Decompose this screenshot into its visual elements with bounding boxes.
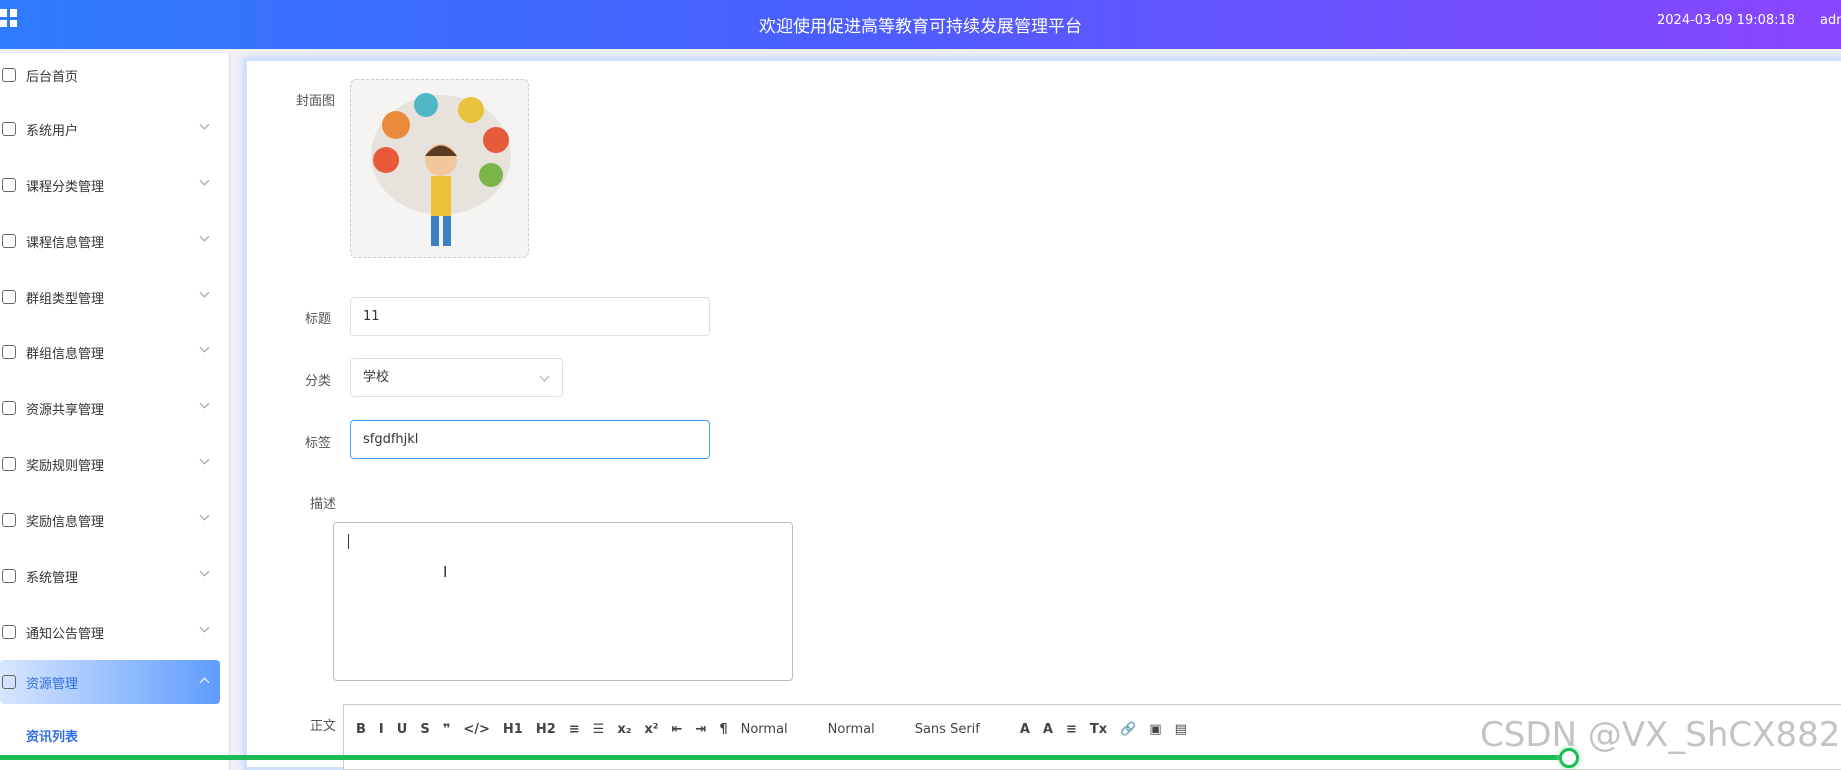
editor-toolbar-button[interactable]: ≡ — [569, 722, 580, 737]
category-value: 学校 — [363, 370, 390, 385]
chevron-icon — [199, 454, 210, 465]
video-progress-bar[interactable] — [0, 755, 1569, 760]
sidebar-item[interactable]: 系统管理 — [0, 554, 220, 598]
editor-toolbar-button[interactable]: A — [1020, 722, 1030, 737]
location-icon — [2, 675, 16, 689]
tags-input[interactable]: sfgdfhjkl — [350, 420, 710, 459]
sidebar-item-label: 课程信息管理 — [26, 235, 105, 251]
chevron-icon — [199, 231, 210, 242]
sidebar-item[interactable]: 课程分类管理 — [0, 163, 220, 207]
editor-toolbar-button[interactable]: Normal — [828, 722, 875, 737]
sidebar-item[interactable]: 课程信息管理 — [0, 219, 220, 263]
sidebar-item[interactable]: 后台首页 — [0, 53, 220, 97]
sidebar-item[interactable]: 群组类型管理 — [0, 275, 220, 319]
chevron-icon — [199, 622, 210, 633]
chevron-icon — [199, 175, 210, 186]
sidebar-item[interactable]: 奖励规则管理 — [0, 442, 220, 486]
sidebar-item-label: 奖励信息管理 — [26, 514, 105, 530]
description-textarea[interactable]: I — [333, 522, 793, 681]
editor-toolbar-button[interactable]: ▤ — [1175, 722, 1187, 737]
sidebar-item[interactable]: 资源共享管理 — [0, 386, 220, 430]
sidebar-item[interactable]: 群组信息管理 — [0, 330, 220, 374]
chevron-icon — [199, 398, 210, 409]
user-menu[interactable]: admin — [1820, 13, 1841, 28]
info-icon — [2, 625, 16, 639]
sidebar-item[interactable]: 系统用户 — [0, 107, 220, 151]
editor-toolbar-button[interactable]: U — [397, 722, 408, 737]
editor-toolbar-button[interactable]: </> — [463, 722, 490, 737]
editor-toolbar-button[interactable]: ▣ — [1149, 722, 1161, 737]
sidebar-item[interactable]: 奖励信息管理 — [0, 498, 220, 542]
editor-toolbar-button[interactable]: 🔗 — [1120, 722, 1136, 737]
editor-toolbar-button[interactable]: Normal — [741, 722, 788, 737]
folder-icon — [2, 234, 16, 248]
sidebar-subitem-news-list[interactable]: 资讯列表 — [26, 726, 78, 745]
editor-toolbar-button[interactable]: ⇥ — [695, 722, 706, 737]
sidebar-item-label: 后台首页 — [26, 69, 79, 85]
image-icon — [2, 569, 16, 583]
description-label: 描述 — [310, 497, 337, 512]
editor-toolbar-button[interactable]: ⇤ — [672, 722, 683, 737]
top-header: 欢迎使用促进高等教育可持续发展管理平台 2024-03-09 19:08:18 … — [0, 0, 1841, 49]
sidebar-item-label: 群组信息管理 — [26, 346, 105, 362]
category-label: 分类 — [305, 374, 332, 389]
editor-toolbar-button[interactable]: ¶ — [719, 722, 727, 737]
sidebar-item[interactable]: 通知公告管理 — [0, 610, 220, 654]
chevron-icon — [199, 287, 210, 298]
chevron-icon — [199, 677, 210, 688]
editor-toolbar-button[interactable]: Tx — [1090, 722, 1107, 737]
sidebar-item-label: 系统用户 — [26, 123, 79, 139]
sidebar: 后台首页系统用户课程分类管理 课程信息管理 群组类型管理 群组信息管理 资源共享管理 奖励… — [0, 53, 230, 770]
editor-toolbar-button[interactable]: Sans Serif — [915, 722, 980, 737]
editor-toolbar-button[interactable]: x² — [644, 722, 658, 737]
chevron-down-icon — [539, 371, 550, 382]
sidebar-item-label: 课程分类管理 — [26, 179, 105, 195]
sidebar-item[interactable]: 资源管理 — [0, 660, 220, 704]
editor-toolbar-button[interactable]: x₂ — [617, 722, 631, 737]
sidebar-item-label: 系统管理 — [26, 570, 79, 586]
editor-toolbar-button[interactable]: ❞ — [443, 722, 451, 737]
sidebar-item-label: 群组类型管理 — [26, 291, 105, 307]
chevron-icon — [199, 566, 210, 577]
body-label: 正文 — [310, 719, 337, 734]
datetime: 2024-03-09 19:08:18 — [1657, 13, 1796, 28]
category-select[interactable]: 学校 — [350, 358, 563, 397]
tags-label: 标签 — [305, 436, 332, 451]
editor-toolbar-button[interactable]: B — [356, 722, 366, 737]
editor-toolbar-button[interactable]: H1 — [503, 722, 523, 737]
cover-image-upload[interactable] — [350, 79, 529, 258]
cover-label: 封面图 — [296, 94, 336, 109]
watermark: CSDN @VX_ShCX8820 — [1480, 715, 1841, 755]
text-caret — [348, 534, 349, 549]
chevron-icon — [199, 510, 210, 521]
editor-toolbar-button[interactable]: H2 — [536, 722, 556, 737]
folder-icon — [2, 401, 16, 415]
home-icon — [2, 68, 16, 82]
folder-icon — [2, 457, 16, 471]
chevron-icon — [199, 119, 210, 130]
sidebar-item-label: 资源管理 — [26, 676, 79, 692]
chevron-icon — [199, 342, 210, 353]
folder-icon — [2, 290, 16, 304]
sidebar-item-label: 资源共享管理 — [26, 402, 105, 418]
editor-toolbar-button[interactable]: ☰ — [593, 722, 605, 737]
title-input[interactable]: 11 — [350, 297, 710, 336]
folder-icon — [2, 513, 16, 527]
editor-toolbar-button[interactable]: ≡ — [1066, 722, 1077, 737]
text-cursor-icon: I — [443, 563, 448, 581]
editor-toolbar-button[interactable]: I — [379, 722, 384, 737]
editor-toolbar-button[interactable]: A — [1043, 722, 1053, 737]
video-progress-knob[interactable] — [1558, 748, 1579, 768]
page-title: 欢迎使用促进高等教育可持续发展管理平台 — [759, 17, 1082, 37]
folder-icon — [2, 345, 16, 359]
user-icon — [2, 122, 16, 136]
cover-image — [371, 93, 511, 246]
editor-toolbar-button[interactable]: S — [420, 722, 429, 737]
folder-icon — [2, 178, 16, 192]
sidebar-item-label: 通知公告管理 — [26, 626, 105, 642]
sidebar-item-label: 奖励规则管理 — [26, 458, 105, 474]
title-label: 标题 — [305, 312, 332, 327]
